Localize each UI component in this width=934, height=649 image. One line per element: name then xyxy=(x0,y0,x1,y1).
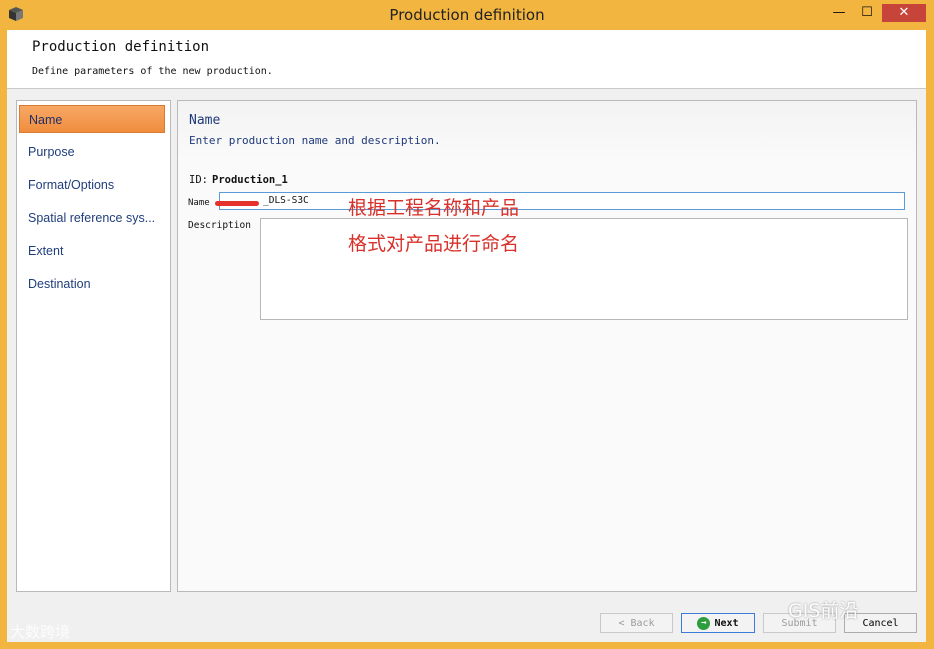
wizard-title: Production definition xyxy=(32,39,210,55)
annotation-line-2: 格式对产品进行命名 xyxy=(348,233,520,255)
name-label: Name xyxy=(188,198,210,208)
wizard-subtitle: Define parameters of the new production. xyxy=(32,66,273,77)
description-label: Description xyxy=(188,220,251,231)
step-destination[interactable]: Destination xyxy=(19,270,165,298)
next-arrow-icon: → xyxy=(697,616,711,630)
back-button[interactable]: < Back xyxy=(600,613,673,633)
next-button-label: Next xyxy=(714,618,739,629)
step-spatial-reference[interactable]: Spatial reference sys... xyxy=(19,204,165,232)
minimize-button[interactable]: — xyxy=(828,4,850,22)
step-name[interactable]: Name xyxy=(19,105,165,133)
step-content-panel: Name Enter production name and descripti… xyxy=(177,100,917,592)
step-format-options[interactable]: Format/Options xyxy=(19,171,165,199)
panel-title: Name xyxy=(189,113,221,128)
id-label: ID: xyxy=(189,174,208,186)
next-button[interactable]: → Next xyxy=(681,613,755,633)
watermark-right: GIS前沿 xyxy=(788,600,859,622)
redaction-mark xyxy=(215,201,259,206)
dialog-client: Production definition Define parameters … xyxy=(7,30,926,642)
step-extent[interactable]: Extent xyxy=(19,237,165,265)
panel-header: Name Enter production name and descripti… xyxy=(178,101,916,161)
maximize-button[interactable]: ☐ xyxy=(856,4,878,22)
window-title: Production definition xyxy=(389,6,545,24)
panel-subtitle: Enter production name and description. xyxy=(189,134,441,147)
watermark-left: 大数跨境 xyxy=(10,623,71,641)
wizard-steps-sidebar: Name Purpose Format/Options Spatial refe… xyxy=(16,100,171,592)
id-value: Production_1 xyxy=(212,174,288,186)
name-input[interactable]: _DLS-S3C xyxy=(219,192,905,210)
annotation-line-1: 根据工程名称和产品 xyxy=(348,197,520,219)
step-purpose[interactable]: Purpose xyxy=(19,138,165,166)
close-button[interactable]: ✕ xyxy=(882,4,926,22)
wizard-header: Production definition Define parameters … xyxy=(7,30,926,89)
title-bar: Production definition — ☐ ✕ xyxy=(0,0,934,30)
